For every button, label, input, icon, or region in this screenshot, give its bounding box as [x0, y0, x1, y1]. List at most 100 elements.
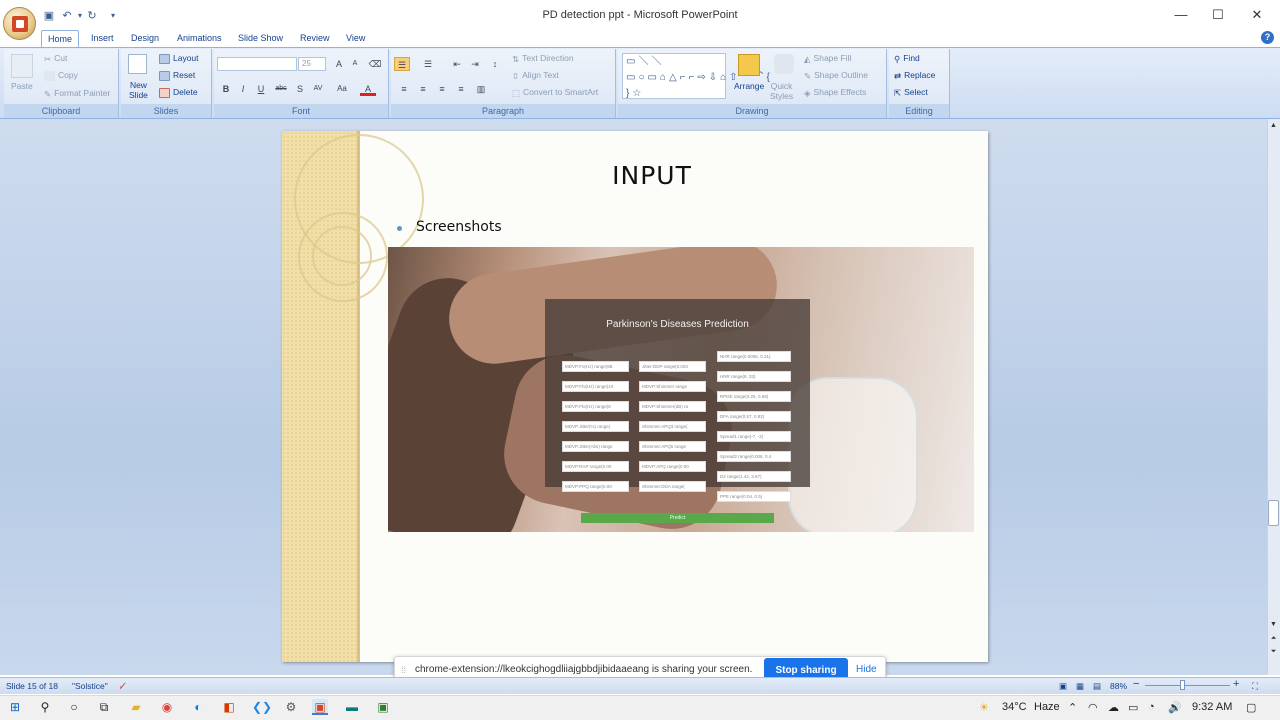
fit-window-icon[interactable]: ⛶ [1252, 681, 1258, 692]
char-spacing-button[interactable]: AV [310, 82, 326, 96]
shadow-button[interactable]: S [292, 82, 308, 96]
office-button[interactable] [3, 7, 36, 40]
font-color-button[interactable]: A [360, 82, 376, 96]
wifi-icon[interactable]: ◔ [1148, 701, 1155, 713]
text-direction-button[interactable]: ⇅ Text Direction [512, 53, 574, 64]
slide-sorter-icon[interactable]: ▦ [1076, 681, 1084, 692]
tab-insert[interactable]: Insert [85, 30, 120, 47]
close-button[interactable]: ✕ [1247, 6, 1267, 24]
hide-button[interactable]: Hide [856, 664, 877, 675]
previous-slide-icon[interactable]: ⏶ [1267, 633, 1280, 645]
shape-fill-button[interactable]: ◭ Shape Fill [804, 53, 851, 64]
italic-button[interactable]: I [235, 82, 251, 96]
windows-start-icon[interactable]: ⊞ [7, 699, 23, 715]
search-icon[interactable]: ⚲ [37, 699, 53, 715]
scroll-up-icon[interactable]: ▲ [1267, 120, 1280, 132]
volume-icon[interactable]: 🔊 [1168, 701, 1182, 714]
minimize-button[interactable]: — [1171, 6, 1191, 24]
meet-icon[interactable]: ▬ [344, 699, 360, 715]
maximize-button[interactable]: ☐ [1208, 6, 1228, 24]
zoom-slider-thumb[interactable] [1180, 680, 1185, 690]
slideshow-view-icon[interactable]: ▤ [1093, 681, 1101, 692]
vertical-scrollbar[interactable] [1267, 119, 1280, 675]
shape-outline-button[interactable]: ✎ Shape Outline [804, 70, 868, 81]
app-icon[interactable]: ⚙ [283, 699, 299, 715]
change-case-button[interactable]: Aa [334, 82, 350, 96]
spellcheck-icon[interactable]: ✓̸ [119, 681, 126, 692]
bullet-text[interactable]: Screenshots [416, 219, 502, 235]
quick-styles-button[interactable]: Quick Styles [770, 81, 793, 101]
drag-handle-icon[interactable]: ⁞⁞ [401, 665, 406, 675]
zoom-level[interactable]: 88% [1110, 681, 1127, 691]
align-right-icon[interactable]: ≡ [434, 82, 450, 96]
show-hidden-icon[interactable]: ⌃ [1068, 701, 1077, 714]
powerpoint-taskbar-icon[interactable]: ▣ [312, 699, 328, 715]
underline-button[interactable]: U [253, 82, 269, 96]
cut-button[interactable]: ✂ Cut [44, 53, 67, 64]
terminal-icon[interactable]: ▣ [375, 699, 391, 715]
replace-button[interactable]: ⇄ Replace [894, 70, 935, 81]
format-painter-button[interactable]: ✎ Format Painter [44, 88, 110, 99]
numbering-icon[interactable]: ☰ [420, 57, 436, 71]
tab-home[interactable]: Home [41, 30, 80, 48]
align-text-button[interactable]: ⇳ Align Text [512, 70, 559, 81]
shrink-font-button[interactable]: A [347, 57, 363, 71]
weather-temp[interactable]: 34°C [1002, 701, 1027, 713]
scroll-thumb[interactable] [1268, 500, 1279, 526]
align-left-icon[interactable]: ≡ [396, 82, 412, 96]
normal-view-icon[interactable]: ▣ [1059, 681, 1067, 692]
tab-view[interactable]: View [340, 30, 371, 47]
cloud-icon[interactable]: ☁ [1108, 701, 1119, 714]
find-button[interactable]: ⚲ Find [894, 53, 920, 64]
layout-button[interactable]: Layout [159, 53, 199, 64]
tab-slide-show[interactable]: Slide Show [232, 30, 289, 47]
grow-font-button[interactable]: A [331, 57, 347, 71]
task-view-icon[interactable]: ⧉ [96, 699, 112, 715]
zoom-out-button[interactable]: − [1133, 678, 1139, 690]
shapes-gallery[interactable]: ▭＼＼▭○▭⌂△⌐⌐⇨⇩⌂⇧⌒⌒{ }☆ [622, 53, 770, 99]
weather-icon[interactable]: ☀ [979, 701, 989, 714]
clock[interactable]: 9:32 AM [1192, 701, 1232, 713]
font-size-combo[interactable]: 25 [298, 57, 326, 71]
reset-button[interactable]: Reset [159, 70, 195, 81]
copy-button[interactable]: Copy [44, 70, 78, 81]
edge-icon[interactable]: ◐ [190, 699, 206, 715]
slide-title[interactable]: INPUT [360, 161, 944, 190]
convert-smartart-button[interactable]: ⬚ Convert to SmartArt [512, 87, 598, 98]
vscode-icon[interactable]: ❮❯ [252, 699, 272, 715]
tab-animations[interactable]: Animations [171, 30, 228, 47]
weather-desc[interactable]: Haze [1034, 701, 1060, 713]
network-icon[interactable]: ◠ [1088, 701, 1098, 714]
strikethrough-button[interactable]: abc [273, 82, 289, 96]
office-icon[interactable]: ◧ [221, 699, 237, 715]
bullets-icon[interactable]: ☰ [394, 57, 410, 71]
help-icon[interactable]: ? [1261, 31, 1274, 44]
font-name-combo[interactable] [217, 57, 297, 71]
decrease-indent-icon[interactable]: ⇤ [449, 57, 465, 71]
clipboard-group: Paste ✂ Cut Copy ✎ Format Painter Clipboar… [4, 49, 119, 118]
chrome-icon[interactable]: ◉ [159, 699, 175, 715]
arrange-button[interactable]: Arrange [734, 81, 764, 91]
tab-design[interactable]: Design [125, 30, 165, 47]
battery-icon[interactable]: ▭ [1128, 701, 1138, 714]
delete-button[interactable]: Delete [159, 87, 198, 98]
columns-icon[interactable]: ▥ [473, 82, 489, 96]
next-slide-icon[interactable]: ⏷ [1267, 646, 1280, 658]
cortana-icon[interactable]: ○ [66, 699, 82, 715]
new-slide-button[interactable]: New Slide [129, 80, 148, 100]
paste-button[interactable]: Paste [11, 81, 33, 91]
align-center-icon[interactable]: ≡ [415, 82, 431, 96]
select-button[interactable]: ⇱ Select [894, 87, 928, 98]
shape-effects-button[interactable]: ◈ Shape Effects [804, 87, 866, 98]
file-explorer-icon[interactable]: ▰ [128, 699, 144, 715]
notification-icon[interactable]: ▢ [1246, 701, 1256, 714]
bold-button[interactable]: B [218, 82, 234, 96]
clear-format-icon[interactable]: ⌫ [367, 57, 383, 71]
increase-indent-icon[interactable]: ⇥ [467, 57, 483, 71]
line-spacing-icon[interactable]: ↕ [487, 57, 503, 71]
zoom-in-button[interactable]: + [1233, 678, 1239, 690]
zoom-slider-track[interactable] [1145, 685, 1230, 686]
tab-review[interactable]: Review [294, 30, 336, 47]
justify-icon[interactable]: ≡ [453, 82, 469, 96]
scroll-down-icon[interactable]: ▼ [1267, 619, 1280, 631]
